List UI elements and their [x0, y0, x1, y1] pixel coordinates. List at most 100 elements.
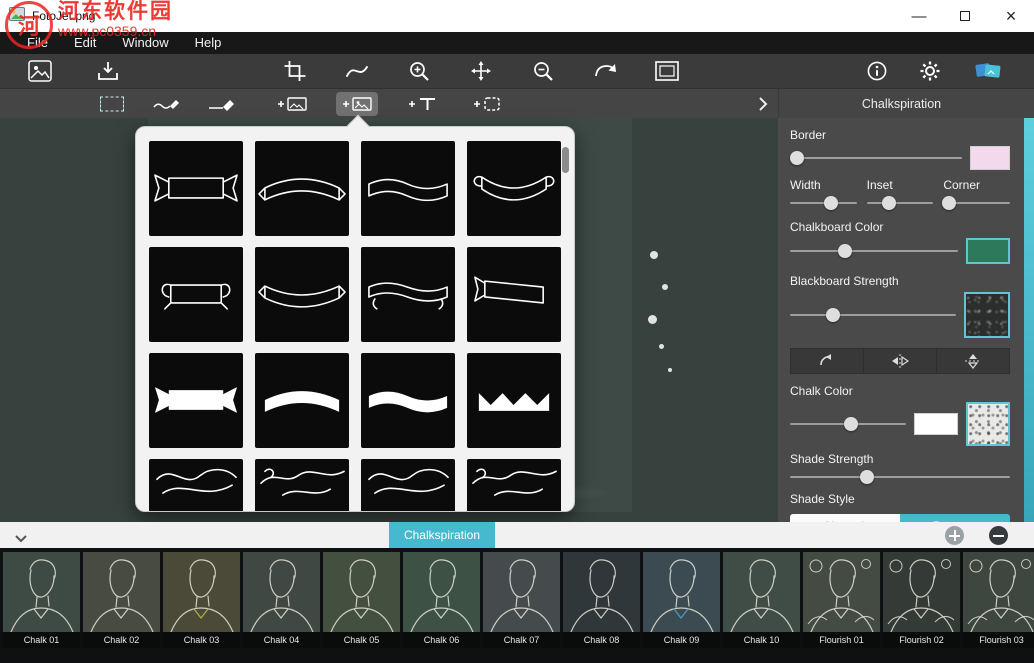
- template-thumbnail[interactable]: Chalk 03: [163, 552, 240, 663]
- category-tab-chalkspiration[interactable]: Chalkspiration: [389, 522, 495, 548]
- clipart-thumbnail[interactable]: [149, 247, 243, 342]
- gear-icon[interactable]: [919, 60, 941, 82]
- maximize-icon: [960, 11, 970, 21]
- clipart-thumbnail[interactable]: [361, 459, 455, 511]
- slider-handle[interactable]: [790, 151, 804, 165]
- workspace: Border Width Inset Corner Chalkboard Col…: [0, 118, 1034, 522]
- template-thumbnail[interactable]: Flourish 03: [963, 552, 1034, 663]
- width-slider[interactable]: [790, 196, 857, 210]
- slider-handle[interactable]: [826, 308, 840, 322]
- image-icon[interactable]: [28, 60, 52, 82]
- close-button[interactable]: ×: [988, 0, 1034, 32]
- clipart-thumbnail[interactable]: [149, 353, 243, 448]
- template-thumbnail[interactable]: Chalk 09: [643, 552, 720, 663]
- thumbnails-zoom-in-button[interactable]: [945, 526, 964, 545]
- add-text-button[interactable]: [401, 92, 443, 116]
- clipart-thumbnail[interactable]: [361, 247, 455, 342]
- clipart-thumbnail[interactable]: [467, 353, 561, 448]
- clipart-thumbnail[interactable]: [467, 247, 561, 342]
- info-icon[interactable]: [866, 60, 888, 82]
- slider-handle[interactable]: [860, 470, 874, 484]
- collage-icon[interactable]: [974, 60, 1002, 82]
- popup-scrollbar[interactable]: [562, 141, 569, 497]
- move-icon[interactable]: [470, 60, 492, 82]
- border-color-swatch[interactable]: [970, 146, 1010, 170]
- menu-file[interactable]: File: [14, 32, 61, 54]
- slider-handle[interactable]: [824, 196, 838, 210]
- minimize-button[interactable]: —: [896, 0, 942, 32]
- chalk-texture-swatch[interactable]: [966, 402, 1010, 446]
- flip-vertical-button[interactable]: [937, 349, 1009, 373]
- slider-handle[interactable]: [844, 417, 858, 431]
- slider-handle[interactable]: [942, 196, 956, 210]
- rotate-button[interactable]: [791, 349, 864, 373]
- border-slider[interactable]: [790, 151, 962, 165]
- menu-edit[interactable]: Edit: [61, 32, 109, 54]
- maximize-button[interactable]: [942, 0, 988, 32]
- template-thumbnail[interactable]: Chalk 08: [563, 552, 640, 663]
- chalkboard-color-swatch[interactable]: [966, 238, 1010, 264]
- clipart-thumbnail[interactable]: [361, 353, 455, 448]
- chalk-brush-tool[interactable]: [153, 96, 181, 112]
- menu-window[interactable]: Window: [109, 32, 181, 54]
- clipart-thumbnail[interactable]: [255, 353, 349, 448]
- clipart-popup: [135, 126, 575, 512]
- clipart-thumbnail[interactable]: [255, 247, 349, 342]
- shade-strength-slider[interactable]: [790, 470, 1010, 484]
- chalkboard-color-slider[interactable]: [790, 244, 958, 258]
- clipart-thumbnail[interactable]: [467, 459, 561, 511]
- template-thumbnail[interactable]: Chalk 06: [403, 552, 480, 663]
- slider-handle[interactable]: [838, 244, 852, 258]
- clipart-thumbnail[interactable]: [255, 459, 349, 511]
- clipart-thumbnail[interactable]: [361, 141, 455, 236]
- blackboard-strength-slider[interactable]: [790, 308, 956, 322]
- template-thumbnail[interactable]: Flourish 02: [883, 552, 960, 663]
- panel-title: Chalkspiration: [778, 89, 1024, 119]
- add-clipart-button[interactable]: [336, 92, 378, 116]
- collapse-strip-button[interactable]: [14, 530, 28, 548]
- flip-horizontal-button[interactable]: [864, 349, 937, 373]
- template-thumbnail[interactable]: Chalk 10: [723, 552, 800, 663]
- popup-scrollbar-thumb[interactable]: [562, 147, 569, 173]
- redo-icon[interactable]: [593, 60, 617, 82]
- corner-slider[interactable]: [943, 196, 1010, 210]
- clipart-thumbnail[interactable]: [149, 141, 243, 236]
- inset-slider[interactable]: [867, 196, 934, 210]
- add-shape-button[interactable]: [466, 92, 508, 116]
- transform-toolbar: [790, 348, 1010, 374]
- template-thumbnail[interactable]: Chalk 04: [243, 552, 320, 663]
- shade-style-normal-button[interactable]: Normal: [790, 514, 900, 522]
- template-thumbnail-image: [403, 552, 480, 632]
- window-title: FotoJet.png: [32, 9, 95, 23]
- template-thumbnail-image: [483, 552, 560, 632]
- clipart-thumbnail[interactable]: [149, 459, 243, 511]
- menu-help[interactable]: Help: [182, 32, 235, 54]
- template-thumbnail[interactable]: Chalk 02: [83, 552, 160, 663]
- blackboard-texture-swatch[interactable]: [964, 292, 1010, 338]
- panel-scrollbar[interactable]: [1024, 118, 1034, 522]
- chalk-color-slider[interactable]: [790, 417, 906, 431]
- template-thumbnail[interactable]: Chalk 07: [483, 552, 560, 663]
- eraser-brush-tool[interactable]: [208, 96, 236, 112]
- draw-curve-icon[interactable]: [345, 60, 369, 82]
- template-thumbnail[interactable]: Flourish 01: [803, 552, 880, 663]
- expand-more-icon[interactable]: [758, 96, 768, 112]
- import-icon[interactable]: [96, 60, 120, 82]
- clipart-thumbnail[interactable]: [467, 141, 561, 236]
- thumbnails-zoom-out-button[interactable]: [989, 526, 1008, 545]
- clipart-thumbnail[interactable]: [255, 141, 349, 236]
- template-thumbnail[interactable]: Chalk 01: [3, 552, 80, 663]
- clipart-grid: [149, 141, 561, 511]
- zoom-out-icon[interactable]: [532, 60, 554, 82]
- app-icon: [9, 7, 25, 26]
- template-thumbnail[interactable]: Chalk 05: [323, 552, 400, 663]
- slider-handle[interactable]: [882, 196, 896, 210]
- marquee-select-tool[interactable]: [100, 96, 124, 111]
- template-thumbnail-label: Chalk 04: [243, 632, 320, 648]
- shade-style-reverse-button[interactable]: Reverse: [900, 514, 1010, 522]
- crop-icon[interactable]: [284, 60, 307, 82]
- add-photo-button[interactable]: [271, 92, 313, 116]
- chalk-color-swatch[interactable]: [914, 413, 958, 435]
- zoom-in-icon[interactable]: [408, 60, 430, 82]
- photo-frame-icon[interactable]: [655, 61, 679, 81]
